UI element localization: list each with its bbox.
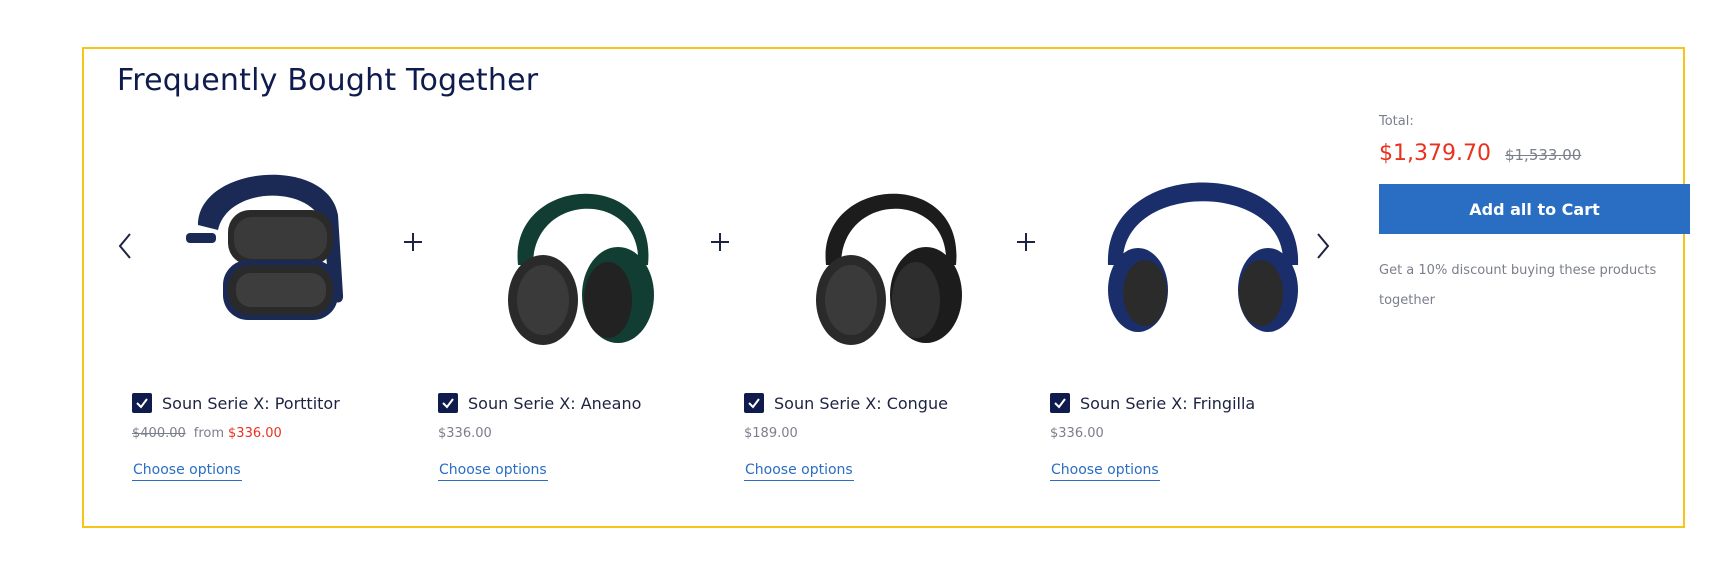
total-prices: $1,379.70 $1,533.00 — [1379, 141, 1690, 166]
product-price: $336.00 — [1050, 426, 1104, 441]
product-item: Soun Serie X: Fringilla $336.00 Choose o… — [1050, 390, 1320, 481]
product-checkbox[interactable] — [1050, 393, 1070, 413]
total-panel: Total: $1,379.70 $1,533.00 Add all to Ca… — [1379, 114, 1690, 316]
plus-icon — [404, 233, 422, 251]
product-checkbox[interactable] — [438, 393, 458, 413]
product-name[interactable]: Soun Serie X: Congue — [774, 394, 948, 413]
checkmark-icon — [136, 398, 148, 409]
checkmark-icon — [1054, 398, 1066, 409]
from-label: from — [193, 426, 225, 441]
product-price: $189.00 — [744, 426, 798, 441]
choose-options-link[interactable]: Choose options — [744, 462, 854, 481]
product-item: Soun Serie X: Congue $189.00 Choose opti… — [744, 390, 1014, 481]
product-image-aneano[interactable] — [478, 155, 698, 355]
plus-icon — [711, 233, 729, 251]
sale-price: $336.00 — [228, 426, 282, 441]
choose-options-link[interactable]: Choose options — [1050, 462, 1160, 481]
product-price: $336.00 — [438, 426, 492, 441]
product-name[interactable]: Soun Serie X: Porttitor — [162, 394, 340, 413]
checkmark-icon — [442, 398, 454, 409]
product-checkbox[interactable] — [744, 393, 764, 413]
old-price: $400.00 — [132, 426, 186, 441]
carousel-prev-button[interactable] — [112, 228, 138, 264]
product-image-fringilla[interactable] — [1093, 155, 1313, 355]
choose-options-link[interactable]: Choose options — [438, 462, 548, 481]
product-item: Soun Serie X: Porttitor $400.00 from $336.… — [132, 390, 402, 481]
checkmark-icon — [748, 398, 760, 409]
total-price: $1,379.70 — [1379, 141, 1491, 166]
product-price: $400.00 from $336.00 — [132, 426, 402, 444]
total-label: Total: — [1379, 114, 1414, 129]
carousel-next-button[interactable] — [1310, 228, 1336, 264]
section-title: Frequently Bought Together — [117, 63, 539, 98]
add-all-to-cart-button[interactable]: Add all to Cart — [1379, 184, 1690, 234]
product-checkbox[interactable] — [132, 393, 152, 413]
product-name[interactable]: Soun Serie X: Aneano — [468, 394, 641, 413]
chevron-left-icon — [118, 233, 131, 259]
total-old-price: $1,533.00 — [1504, 146, 1582, 164]
chevron-right-icon — [1317, 233, 1330, 259]
choose-options-link[interactable]: Choose options — [132, 462, 242, 481]
product-item: Soun Serie X: Aneano $336.00 Choose opti… — [438, 390, 708, 481]
plus-icon — [1017, 233, 1035, 251]
product-name[interactable]: Soun Serie X: Fringilla — [1080, 394, 1255, 413]
discount-text: Get a 10% discount buying these products… — [1379, 263, 1657, 308]
product-image-congue[interactable] — [786, 155, 1006, 355]
product-image-porttitor[interactable] — [158, 155, 378, 355]
